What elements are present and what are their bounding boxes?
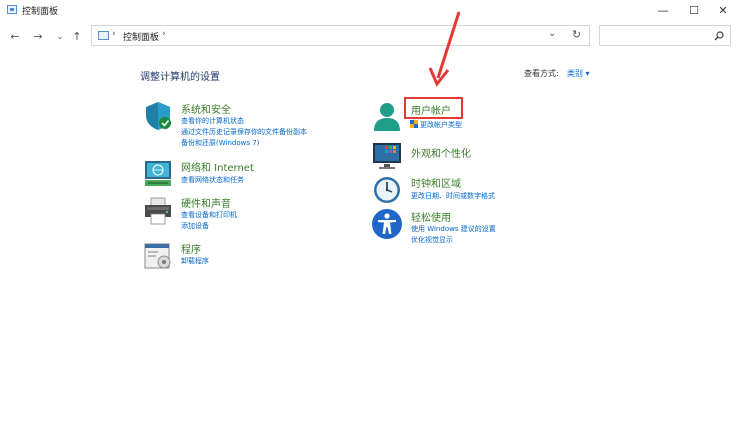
search-input[interactable] <box>599 25 731 46</box>
back-button[interactable]: ← <box>7 28 23 44</box>
view-by-dropdown[interactable]: 类别 ▾ <box>567 68 590 79</box>
up-button[interactable]: ↑ <box>69 28 85 44</box>
link-change-date-time-format[interactable]: 更改日期、时间或数字格式 <box>411 191 495 201</box>
category-network-internet[interactable]: 网络和 Internet <box>181 159 254 174</box>
link-backup-restore[interactable]: 备份和还原(Windows 7) <box>181 138 259 148</box>
view-by-label: 查看方式: <box>524 69 559 78</box>
monitor-icon[interactable] <box>371 140 403 172</box>
shield-icon[interactable] <box>142 100 174 132</box>
search-icon[interactable] <box>714 31 724 41</box>
maximize-button[interactable]: ☐ <box>679 0 709 20</box>
link-windows-recommended-settings[interactable]: 使用 Windows 建议的设置 <box>411 224 496 234</box>
category-hardware-sound[interactable]: 硬件和声音 <box>181 195 231 210</box>
recent-dropdown-button[interactable]: ⌄ <box>52 28 68 44</box>
category-ease-of-access[interactable]: 轻松使用 <box>411 209 451 224</box>
control-panel-icon <box>7 5 17 14</box>
network-icon[interactable] <box>142 157 174 189</box>
close-button[interactable]: ✕ <box>708 0 738 20</box>
category-system-security[interactable]: 系统和安全 <box>181 101 231 116</box>
accessibility-icon[interactable] <box>371 208 403 240</box>
refresh-icon[interactable]: ↻ <box>572 28 581 41</box>
address-dropdown-icon[interactable]: ⌄ <box>548 28 556 39</box>
program-icon[interactable] <box>142 240 174 272</box>
link-change-account-type[interactable]: 更改帐户类型 <box>420 120 462 130</box>
printer-icon[interactable] <box>142 195 174 227</box>
shield-small-icon <box>410 120 418 128</box>
link-uninstall-program[interactable]: 卸载程序 <box>181 256 209 266</box>
category-appearance-personalization[interactable]: 外观和个性化 <box>411 145 471 160</box>
link-add-device[interactable]: 添加设备 <box>181 221 209 231</box>
minimize-button[interactable]: — <box>648 0 678 20</box>
link-network-status[interactable]: 查看网络状态和任务 <box>181 175 244 185</box>
link-view-computer-status[interactable]: 查看你的计算机状态 <box>181 116 244 126</box>
annotation-arrow-icon <box>428 11 461 87</box>
category-clock-region[interactable]: 时钟和区域 <box>411 175 461 190</box>
link-devices-printers[interactable]: 查看设备和打印机 <box>181 210 237 220</box>
link-optimize-visual-display[interactable]: 优化视觉显示 <box>411 235 453 245</box>
breadcrumb-separator: › <box>112 29 116 39</box>
category-programs[interactable]: 程序 <box>181 241 201 256</box>
control-panel-icon <box>98 31 109 40</box>
breadcrumb-separator[interactable]: › <box>162 29 166 39</box>
breadcrumb-control-panel[interactable]: 控制面板 <box>123 30 159 43</box>
link-file-history-backup[interactable]: 通过文件历史记录保存你的文件备份副本 <box>181 127 307 137</box>
window-title: 控制面板 <box>22 7 59 17</box>
page-title: 调整计算机的设置 <box>140 72 220 83</box>
category-user-accounts[interactable]: 用户帐户 <box>411 102 451 117</box>
title-bar: 控制面板 — ☐ ✕ <box>0 0 738 20</box>
address-bar[interactable]: › 控制面板 › ⌄ ↻ <box>91 25 590 46</box>
user-icon[interactable] <box>371 100 403 132</box>
clock-icon[interactable] <box>371 173 403 205</box>
forward-button[interactable]: → <box>30 28 46 44</box>
